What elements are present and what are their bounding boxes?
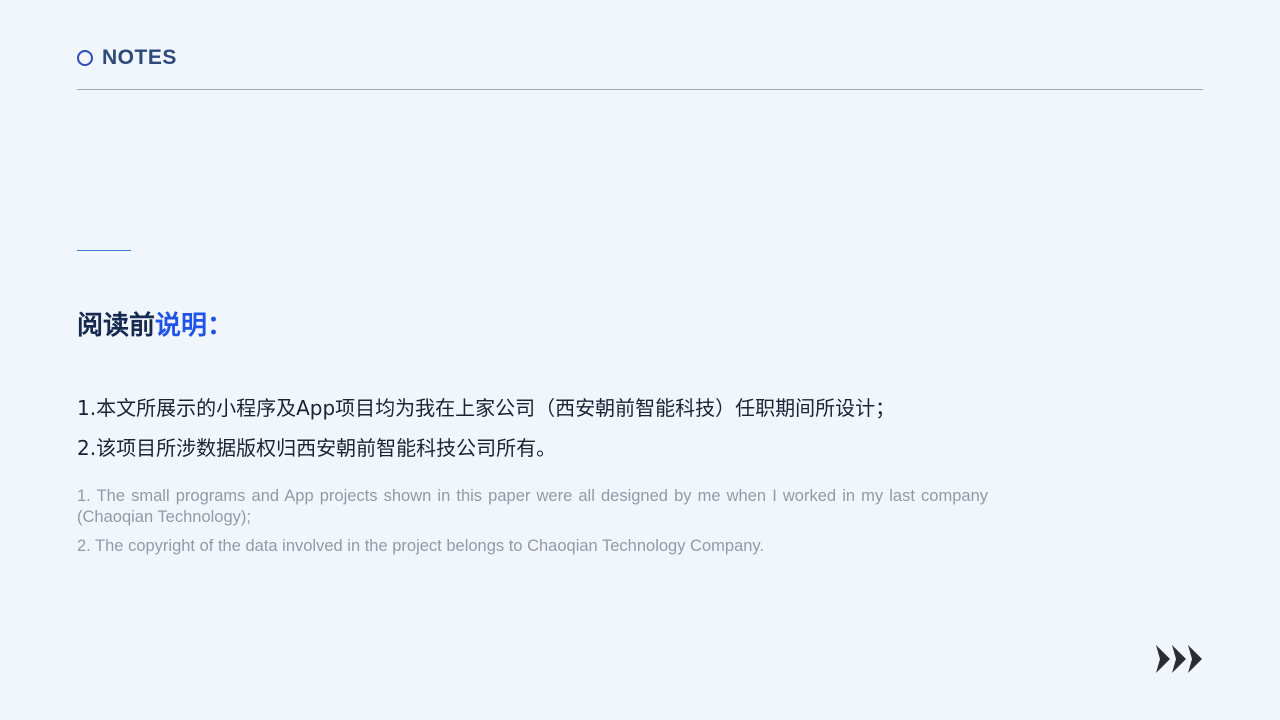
header-title: NOTES	[102, 46, 177, 69]
chinese-note-2: 2.该项目所涉数据版权归西安朝前智能科技公司所有。	[77, 436, 557, 460]
heading-dark-text: 阅读前	[77, 311, 156, 341]
triple-arrow-right-icon	[1156, 645, 1202, 673]
english-notes: 1. The small programs and App projects s…	[77, 486, 988, 557]
english-note-1: 1. The small programs and App projects s…	[77, 487, 988, 526]
notes-heading: 阅读前说明：	[77, 306, 233, 346]
section-header: NOTES	[77, 46, 177, 70]
chinese-note-1: 1.本文所展示的小程序及App项目均为我在上家公司（西安朝前智能科技）任职期间所…	[77, 396, 896, 420]
circle-outline-icon	[77, 50, 93, 66]
chinese-notes: 1.本文所展示的小程序及App项目均为我在上家公司（西安朝前智能科技）任职期间所…	[77, 390, 895, 470]
header-divider	[77, 89, 1203, 90]
english-note-2: 2. The copyright of the data involved in…	[77, 537, 765, 555]
accent-divider	[77, 250, 131, 251]
heading-accent-text: 说明：	[155, 311, 234, 341]
